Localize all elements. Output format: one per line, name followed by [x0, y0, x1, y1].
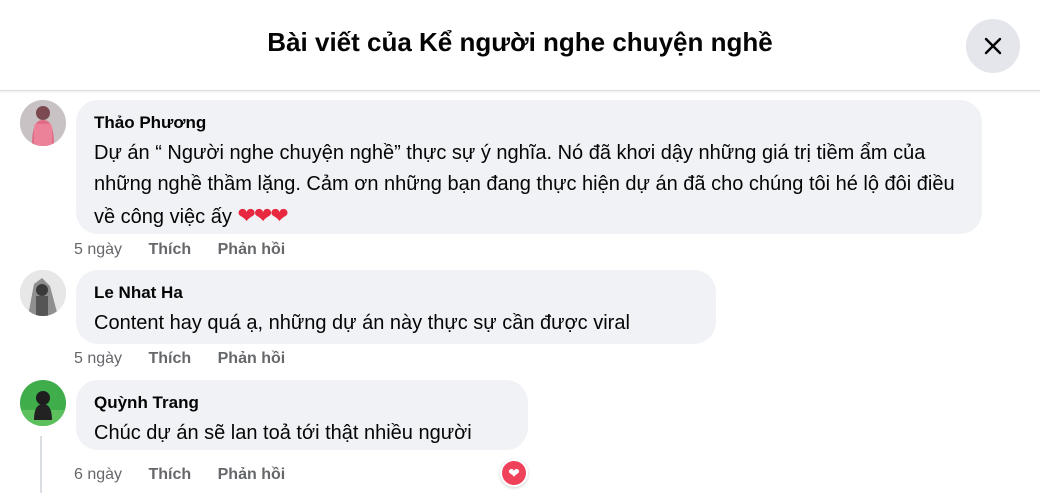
avatar[interactable]: [20, 270, 66, 316]
heart-emoji: ❤❤❤: [237, 203, 288, 228]
comment-author[interactable]: Le Nhat Ha: [94, 282, 698, 304]
reply-button[interactable]: Phản hồi: [218, 466, 286, 483]
comment-actions: 6 ngày Thích Phản hồi: [74, 466, 307, 484]
heart-icon: ❤: [502, 461, 526, 485]
like-button[interactable]: Thích: [149, 466, 192, 483]
dialog-header: Bài viết của Kể người nghe chuyện nghề: [0, 0, 1040, 91]
comment-bubble: Le Nhat Ha Content hay quá ạ, những dự á…: [76, 270, 716, 344]
comment-author[interactable]: Quỳnh Trang: [94, 392, 510, 414]
comment-time[interactable]: 5 ngày: [74, 350, 122, 367]
comment-actions: 5 ngày Thích Phản hồi: [74, 241, 307, 259]
comment-text: Content hay quá ạ, những dự án này thực …: [94, 312, 630, 334]
avatar[interactable]: [20, 100, 66, 146]
close-button[interactable]: [966, 19, 1020, 73]
reply-button[interactable]: Phản hồi: [218, 350, 286, 367]
avatar[interactable]: [20, 380, 66, 426]
close-icon: [984, 37, 1002, 55]
comment-time[interactable]: 6 ngày: [74, 466, 122, 483]
comment-text-body: Dự án “ Người nghe chuyện nghề” thực sự …: [94, 142, 955, 228]
thread-line: [40, 436, 42, 493]
dialog-title: Bài viết của Kể người nghe chuyện nghề: [267, 27, 773, 57]
comment-bubble: Quỳnh Trang Chúc dự án sẽ lan toả tới th…: [76, 380, 528, 450]
like-button[interactable]: Thích: [149, 241, 192, 258]
love-reaction-icon[interactable]: ❤: [500, 459, 528, 487]
comment-time[interactable]: 5 ngày: [74, 241, 122, 258]
reply-button[interactable]: Phản hồi: [218, 241, 286, 258]
comment-actions: 5 ngày Thích Phản hồi: [74, 350, 307, 368]
comment-bubble: Thảo Phương Dự án “ Người nghe chuyện ng…: [76, 100, 982, 234]
comment-text: Chúc dự án sẽ lan toả tới thật nhiều ngư…: [94, 422, 472, 444]
like-button[interactable]: Thích: [149, 350, 192, 367]
comment-text: Dự án “ Người nghe chuyện nghề” thực sự …: [94, 138, 964, 233]
comment-author[interactable]: Thảo Phương: [94, 112, 964, 134]
